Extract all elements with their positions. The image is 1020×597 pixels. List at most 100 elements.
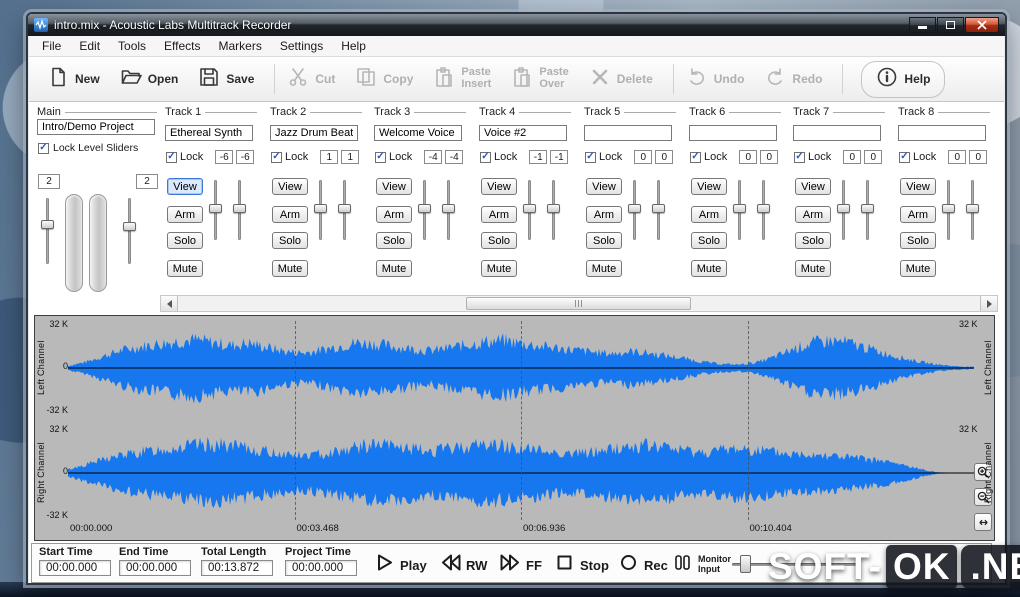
stop-button[interactable]: Stop <box>554 552 609 578</box>
view-button[interactable]: View <box>900 178 936 195</box>
right-level-slider[interactable] <box>338 180 351 240</box>
slider-thumb[interactable] <box>442 204 455 213</box>
slider-thumb[interactable] <box>740 555 751 573</box>
track-name-input[interactable] <box>689 125 777 141</box>
solo-button[interactable]: Solo <box>481 232 517 249</box>
title-bar[interactable]: intro.mix - Acoustic Labs Multitrack Rec… <box>28 14 1005 36</box>
ff-button[interactable]: FF <box>500 552 542 578</box>
left-level-slider[interactable] <box>314 180 327 240</box>
toolbar-button-help[interactable]: Help <box>861 60 946 98</box>
maximize-button[interactable] <box>937 17 964 33</box>
level-left-value[interactable]: 0 <box>948 150 967 164</box>
slider-thumb[interactable] <box>418 204 431 213</box>
menu-item-edit[interactable]: Edit <box>70 36 109 57</box>
toolbar-button-save[interactable]: Save <box>198 66 254 93</box>
arm-button[interactable]: Arm <box>795 206 831 223</box>
view-button[interactable]: View <box>795 178 831 195</box>
play-button[interactable]: Play <box>374 552 427 578</box>
solo-button[interactable]: Solo <box>376 232 412 249</box>
solo-button[interactable]: Solo <box>586 232 622 249</box>
menu-item-help[interactable]: Help <box>332 36 375 57</box>
lock-checkbox[interactable]: ✓ <box>271 151 282 163</box>
view-button[interactable]: View <box>167 178 203 195</box>
track-name-input[interactable] <box>793 125 881 141</box>
main-left-level-slider[interactable] <box>41 198 54 264</box>
left-level-slider[interactable] <box>942 180 955 240</box>
arm-button[interactable]: Arm <box>272 206 308 223</box>
view-button[interactable]: View <box>481 178 517 195</box>
mute-button[interactable]: Mute <box>586 260 622 277</box>
main-right-level-value[interactable]: 2 <box>136 174 158 189</box>
left-level-slider[interactable] <box>209 180 222 240</box>
track-name-input[interactable] <box>270 125 358 141</box>
mute-button[interactable]: Mute <box>167 260 203 277</box>
main-right-level-slider[interactable] <box>123 198 136 264</box>
level-right-value[interactable]: -4 <box>445 150 464 164</box>
slider-thumb[interactable] <box>523 204 536 213</box>
left-level-slider[interactable] <box>733 180 746 240</box>
monitor-button[interactable]: Monitor Input <box>672 552 731 578</box>
toolbar-button-open[interactable]: Open <box>120 66 178 93</box>
view-button[interactable]: View <box>691 178 727 195</box>
left-level-slider[interactable] <box>418 180 431 240</box>
mute-button[interactable]: Mute <box>900 260 936 277</box>
slider-thumb[interactable] <box>861 204 874 213</box>
menu-item-file[interactable]: File <box>33 36 70 57</box>
level-left-value[interactable]: 1 <box>320 150 339 164</box>
toolbar-button-new[interactable]: New <box>47 66 100 93</box>
right-level-slider[interactable] <box>966 180 979 240</box>
level-left-value[interactable]: 0 <box>843 150 862 164</box>
lock-checkbox[interactable]: ✓ <box>375 151 386 163</box>
right-level-slider[interactable] <box>861 180 874 240</box>
menu-item-effects[interactable]: Effects <box>155 36 209 57</box>
level-right-value[interactable]: 1 <box>341 150 360 164</box>
close-button[interactable] <box>965 17 999 33</box>
left-level-slider[interactable] <box>628 180 641 240</box>
solo-button[interactable]: Solo <box>795 232 831 249</box>
solo-button[interactable]: Solo <box>900 232 936 249</box>
menu-item-settings[interactable]: Settings <box>271 36 332 57</box>
solo-button[interactable]: Solo <box>691 232 727 249</box>
slider-thumb[interactable] <box>123 222 136 231</box>
solo-button[interactable]: Solo <box>272 232 308 249</box>
slider-thumb[interactable] <box>547 204 560 213</box>
slider-thumb[interactable] <box>233 204 246 213</box>
scrollbar-thumb[interactable] <box>466 297 691 310</box>
view-button[interactable]: View <box>586 178 622 195</box>
lock-checkbox[interactable]: ✓ <box>690 151 701 163</box>
scroll-left-arrow[interactable] <box>161 296 178 311</box>
right-level-slider[interactable] <box>442 180 455 240</box>
level-left-value[interactable]: -1 <box>529 150 548 164</box>
level-right-value[interactable]: -6 <box>236 150 255 164</box>
track-name-input[interactable] <box>898 125 986 141</box>
main-left-level-value[interactable]: 2 <box>38 174 60 189</box>
arm-button[interactable]: Arm <box>586 206 622 223</box>
slider-thumb[interactable] <box>966 204 979 213</box>
slider-thumb[interactable] <box>338 204 351 213</box>
lock-checkbox[interactable]: ✓ <box>480 151 491 163</box>
left-level-slider[interactable] <box>837 180 850 240</box>
mute-button[interactable]: Mute <box>272 260 308 277</box>
menu-item-markers[interactable]: Markers <box>210 36 271 57</box>
right-level-slider[interactable] <box>233 180 246 240</box>
right-level-slider[interactable] <box>652 180 665 240</box>
menu-item-tools[interactable]: Tools <box>109 36 155 57</box>
arm-button[interactable]: Arm <box>481 206 517 223</box>
horizontal-scrollbar[interactable] <box>160 295 998 312</box>
level-right-value[interactable]: 0 <box>760 150 779 164</box>
project-name-input[interactable] <box>37 119 155 135</box>
lock-level-sliders-checkbox[interactable]: ✓ <box>38 142 49 154</box>
rw-button[interactable]: RW <box>440 552 487 578</box>
solo-button[interactable]: Solo <box>167 232 203 249</box>
slider-thumb[interactable] <box>837 204 850 213</box>
level-left-value[interactable]: -6 <box>215 150 234 164</box>
right-level-slider[interactable] <box>547 180 560 240</box>
lock-checkbox[interactable]: ✓ <box>899 151 910 163</box>
view-button[interactable]: View <box>272 178 308 195</box>
slider-thumb[interactable] <box>733 204 746 213</box>
left-level-slider[interactable] <box>523 180 536 240</box>
mute-button[interactable]: Mute <box>795 260 831 277</box>
lock-checkbox[interactable]: ✓ <box>585 151 596 163</box>
level-right-value[interactable]: 0 <box>655 150 674 164</box>
arm-button[interactable]: Arm <box>167 206 203 223</box>
